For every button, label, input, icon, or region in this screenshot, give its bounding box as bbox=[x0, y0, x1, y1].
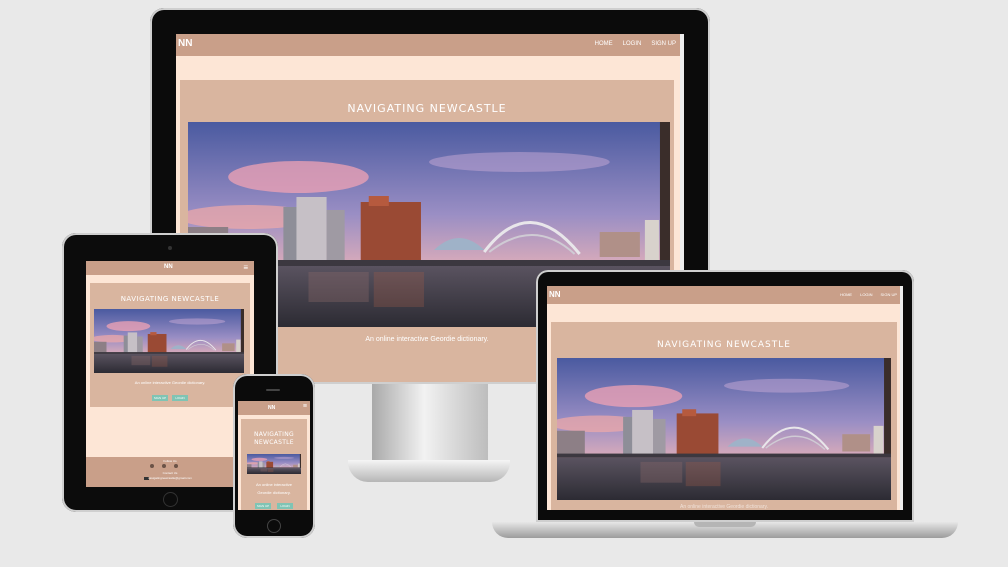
phone-screen: NN ≡ NAVIGATING NEWCASTLE An online inte… bbox=[238, 401, 310, 510]
login-button[interactable]: LOGIN bbox=[277, 503, 293, 509]
hero-title-line1: NAVIGATING bbox=[254, 431, 294, 438]
hero-title-line2: NEWCASTLE bbox=[254, 439, 294, 446]
signup-button[interactable]: SIGN UP bbox=[255, 503, 271, 509]
navbar: NN ≡ bbox=[238, 401, 310, 415]
hero-card: NAVIGATING NEWCASTLE An online interacti… bbox=[241, 419, 307, 510]
tablet-screen: NN ≡ NAVIGATING NEWCASTLE An online inte… bbox=[86, 261, 254, 487]
footer-email[interactable]: navigatingnewcastle@gmail.com bbox=[86, 476, 254, 480]
phone-speaker bbox=[266, 389, 280, 391]
hero-subtitle: An online interactive Geordie dictionary… bbox=[679, 504, 768, 510]
scrollbar[interactable] bbox=[900, 286, 903, 510]
hero-title: NAVIGATING NEWCASTLE bbox=[657, 340, 791, 350]
monitor-stand bbox=[372, 384, 488, 462]
nav-home[interactable]: HOME bbox=[840, 292, 852, 297]
brand-logo[interactable]: NN bbox=[164, 264, 173, 270]
social-icons bbox=[150, 464, 178, 468]
tablet-home-button[interactable] bbox=[163, 492, 178, 507]
hero-card: NAVIGATING NEWCASTLE An online interacti… bbox=[551, 322, 897, 510]
nav-links: HOME LOGIN SIGN UP bbox=[595, 41, 676, 47]
phone-home-button[interactable] bbox=[267, 519, 281, 533]
nav-signup[interactable]: SIGN UP bbox=[651, 41, 676, 47]
laptop-screen: NN HOME LOGIN SIGN UP NAVIGATING NEWCAST… bbox=[547, 286, 903, 510]
brand-logo[interactable]: NN bbox=[549, 290, 561, 299]
facebook-icon[interactable] bbox=[162, 464, 166, 468]
hero-image bbox=[94, 309, 244, 373]
footer-contact: Contact Us bbox=[162, 471, 178, 475]
hero-card: NAVIGATING NEWCASTLE An online interacti… bbox=[90, 283, 250, 407]
navbar: NN ≡ bbox=[86, 261, 254, 275]
tablet-camera bbox=[168, 246, 172, 250]
laptop-notch bbox=[694, 522, 756, 527]
twitter-icon[interactable] bbox=[174, 464, 178, 468]
menu-icon[interactable]: ≡ bbox=[243, 263, 248, 272]
hero-subtitle: An online interactive Geordie dictionary… bbox=[134, 380, 206, 385]
nav-login[interactable]: LOGIN bbox=[623, 41, 642, 47]
nav-signup[interactable]: SIGN UP bbox=[881, 292, 897, 297]
brand-logo[interactable]: NN bbox=[268, 405, 275, 411]
signup-button[interactable]: SIGN UP bbox=[152, 395, 168, 401]
footer-follow: Follow Us bbox=[163, 459, 177, 463]
navbar: NN HOME LOGIN SIGN UP bbox=[547, 286, 903, 304]
nav-home[interactable]: HOME bbox=[595, 41, 613, 47]
hero-title: NAVIGATING NEWCASTLE bbox=[120, 295, 220, 303]
brand-logo[interactable]: NN bbox=[178, 38, 192, 49]
instagram-icon[interactable] bbox=[150, 464, 154, 468]
nav-login[interactable]: LOGIN bbox=[860, 292, 872, 297]
hero-title: NAVIGATING NEWCASTLE bbox=[347, 102, 507, 115]
login-button[interactable]: LOGIN bbox=[172, 395, 188, 401]
menu-icon[interactable]: ≡ bbox=[303, 403, 307, 410]
nav-links: HOME LOGIN SIGN UP bbox=[840, 292, 897, 297]
hero-image bbox=[557, 358, 891, 500]
navbar: NN HOME LOGIN SIGN UP bbox=[176, 34, 684, 56]
hero-subtitle-line2: Geordie dictionary. bbox=[257, 490, 291, 495]
hero-image bbox=[247, 454, 301, 474]
footer: Follow Us Contact Us navigatingnewcastle… bbox=[86, 457, 254, 487]
hero-subtitle-line1: An online interactive bbox=[255, 482, 293, 487]
monitor-base bbox=[348, 460, 510, 482]
